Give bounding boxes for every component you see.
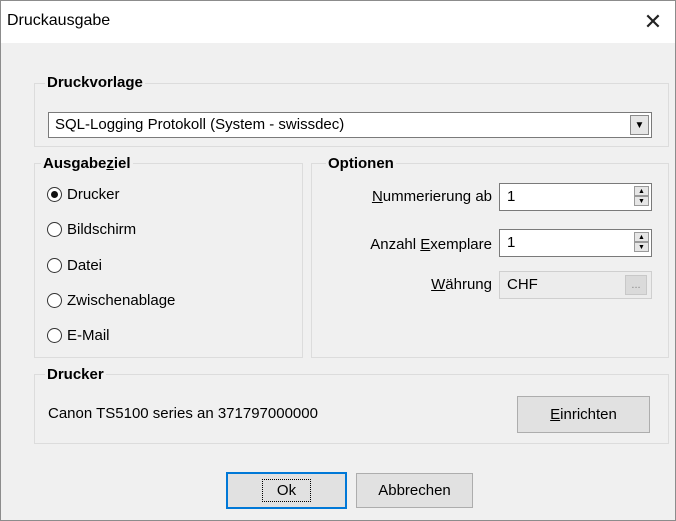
radio-circle[interactable] bbox=[47, 221, 62, 237]
close-icon: ✕ bbox=[643, 9, 663, 34]
radio-label: Zwischenablage bbox=[67, 291, 176, 309]
exemplare-label: Anzahl Exemplare bbox=[370, 236, 492, 253]
radio-label: Datei bbox=[67, 256, 103, 274]
stepper-arrows[interactable]: ▲ ▼ bbox=[634, 186, 649, 206]
radio-circle[interactable] bbox=[47, 327, 62, 343]
setup-printer-button[interactable]: Einrichten bbox=[517, 396, 650, 433]
radio-circle-checked[interactable] bbox=[47, 186, 62, 202]
ok-label: Ok bbox=[261, 479, 312, 502]
printer-name: Canon TS5100 series an 371797000000 bbox=[48, 405, 318, 422]
radio-drucker[interactable]: Drucker bbox=[47, 184, 120, 204]
cancel-label: Abbrechen bbox=[378, 482, 451, 499]
exemplare-stepper[interactable]: 1 ▲ ▼ bbox=[499, 229, 652, 257]
radio-label: Drucker bbox=[67, 185, 120, 203]
radio-datei[interactable]: Datei bbox=[47, 255, 102, 275]
setup-printer-label: Einrichten bbox=[550, 406, 617, 423]
stepper-arrows[interactable]: ▲ ▼ bbox=[634, 232, 649, 252]
ok-button[interactable]: Ok bbox=[226, 472, 347, 509]
ausgabeziel-label: Ausgabeziel bbox=[41, 155, 133, 173]
waehrung-value: CHF bbox=[507, 276, 538, 293]
waehrung-field: CHF ... bbox=[499, 271, 652, 299]
chevron-down-icon[interactable]: ▼ bbox=[630, 115, 649, 135]
cancel-button[interactable]: Abbrechen bbox=[356, 473, 473, 508]
exemplare-value: 1 bbox=[507, 234, 516, 251]
radio-label: E-Mail bbox=[67, 326, 110, 344]
drucker-label: Drucker bbox=[45, 366, 106, 384]
radio-circle[interactable] bbox=[47, 257, 62, 273]
chevron-down-icon[interactable]: ▼ bbox=[634, 196, 649, 206]
optionen-label: Optionen bbox=[326, 155, 396, 173]
chevron-down-icon[interactable]: ▼ bbox=[634, 242, 649, 252]
window-title: Druckausgabe bbox=[7, 12, 111, 29]
nummerierung-value: 1 bbox=[507, 188, 516, 205]
close-button[interactable]: ✕ bbox=[631, 1, 675, 43]
druckvorlage-label: Druckvorlage bbox=[45, 74, 145, 92]
print-dialog: Druckausgabe ✕ Druckvorlage SQL-Logging … bbox=[0, 0, 676, 521]
radio-bildschirm[interactable]: Bildschirm bbox=[47, 219, 136, 239]
radio-zwischenablage[interactable]: Zwischenablage bbox=[47, 290, 175, 310]
title-bar: Druckausgabe ✕ bbox=[1, 1, 675, 43]
radio-circle[interactable] bbox=[47, 292, 62, 308]
radio-label: Bildschirm bbox=[67, 220, 137, 238]
chevron-up-icon[interactable]: ▲ bbox=[634, 232, 649, 242]
ellipsis-button: ... bbox=[625, 275, 647, 295]
nummerierung-stepper[interactable]: 1 ▲ ▼ bbox=[499, 183, 652, 211]
template-select[interactable]: SQL-Logging Protokoll (System - swissdec… bbox=[48, 112, 652, 138]
nummerierung-label: Nummerierung ab bbox=[371, 188, 492, 205]
template-select-value: SQL-Logging Protokoll (System - swissdec… bbox=[55, 116, 345, 133]
radio-email[interactable]: E-Mail bbox=[47, 325, 110, 345]
waehrung-label: Währung bbox=[431, 276, 492, 293]
chevron-up-icon[interactable]: ▲ bbox=[634, 186, 649, 196]
